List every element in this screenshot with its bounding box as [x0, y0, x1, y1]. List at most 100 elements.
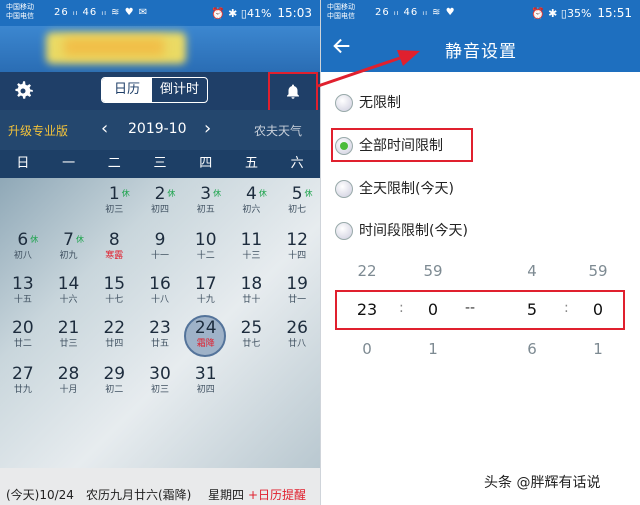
- next-month-icon[interactable]: ›: [204, 118, 211, 139]
- calendar-day[interactable]: 5 休初七: [275, 184, 320, 228]
- today-date: (今天)10/24: [6, 488, 74, 502]
- tab-calendar[interactable]: 日历: [102, 78, 153, 102]
- weekday-label: 五: [244, 156, 258, 171]
- calendar-day[interactable]: 16 十八: [138, 274, 183, 318]
- ad-banner[interactable]: [0, 26, 320, 72]
- calendar-day[interactable]: 9 十一: [138, 230, 183, 274]
- day-number: 22: [103, 318, 126, 338]
- day-number: 3: [200, 184, 212, 204]
- calendar-grid: 1 休初三 2 休初四 3 休初五 4 休初六 5 休初七 6 休初八 7 休初九 8 寒露 9 十一 10 十二 11…: [0, 178, 320, 468]
- calendar-day[interactable]: 27 廿九: [0, 364, 45, 408]
- day-number-wrap: 1休: [109, 184, 130, 204]
- picker-end-min-next[interactable]: 1: [578, 340, 618, 358]
- day-number: 20: [12, 318, 34, 338]
- day-number: 15: [103, 274, 126, 294]
- radio-icon[interactable]: [335, 222, 353, 240]
- lunar-label: 廿七: [242, 339, 261, 349]
- month-label[interactable]: 2019-10: [128, 121, 187, 137]
- lunar-label: 十月: [59, 385, 78, 395]
- status-right: ⏰ ✱ ▯35% 15:51: [530, 6, 632, 20]
- picker-end-min[interactable]: 0: [578, 300, 618, 319]
- day-number: 11: [240, 230, 263, 250]
- calendar-day[interactable]: 7 休初九: [46, 230, 91, 274]
- holiday-badge: 休: [213, 189, 222, 198]
- lunar-label: 初五: [196, 205, 215, 215]
- picker-start-min-prev[interactable]: 59: [413, 262, 453, 280]
- lunar-label: 初二: [105, 385, 124, 395]
- day-number-wrap: 5休: [292, 184, 313, 204]
- upgrade-link[interactable]: 升级专业版: [8, 122, 68, 139]
- calendar-day[interactable]: 18 廿十: [229, 274, 274, 318]
- calendar-day[interactable]: 29 初二: [92, 364, 137, 408]
- calendar-day[interactable]: 24 霜降: [183, 315, 228, 362]
- calendar-day[interactable]: 25 廿七: [229, 318, 274, 362]
- day-number-line: 6休: [0, 230, 45, 250]
- calendar-day[interactable]: 31 初四: [183, 364, 228, 408]
- calendar-day[interactable]: 20 廿二: [0, 318, 45, 362]
- lunar-date: 农历九月廿六(霜降): [86, 488, 192, 502]
- calendar-day[interactable]: 10 十二: [183, 230, 228, 274]
- holiday-badge: 休: [258, 189, 267, 198]
- calendar-day[interactable]: 21 廿三: [46, 318, 91, 362]
- view-tabs: 日历 倒计时: [101, 77, 209, 103]
- calendar-day[interactable]: 19 廿一: [275, 274, 320, 318]
- lunar-label: 初四: [196, 385, 215, 395]
- day-number: 28: [57, 364, 80, 384]
- calendar-day[interactable]: 12 十四: [275, 230, 320, 274]
- signal-icons: 26 ᵢₗ 46 ᵢₗ ≋ ♥ ✉: [54, 7, 149, 18]
- picker-end-hour[interactable]: 5: [512, 300, 552, 319]
- bell-highlight[interactable]: [268, 72, 318, 112]
- calendar-day[interactable]: 4 休初六: [229, 184, 274, 228]
- weather-link[interactable]: 农夫天气: [254, 122, 302, 139]
- option-all-day-today[interactable]: 全天限制(今天): [335, 178, 454, 198]
- lunar-label: 寒露: [105, 251, 124, 261]
- picker-start-hour-prev[interactable]: 22: [347, 262, 387, 280]
- calendar-day[interactable]: 26 廿八: [275, 318, 320, 362]
- radio-icon[interactable]: [335, 180, 353, 198]
- holiday-badge: 休: [167, 189, 176, 198]
- option-all-time[interactable]: 全部时间限制: [335, 135, 443, 155]
- day-number: 12: [286, 230, 308, 250]
- calendar-day[interactable]: 13 十五: [0, 274, 45, 318]
- calendar-day[interactable]: 30 初三: [138, 364, 183, 408]
- calendar-day[interactable]: 22 廿四: [92, 318, 137, 362]
- radio-icon[interactable]: [335, 94, 353, 112]
- picker-start-min[interactable]: 0: [413, 300, 453, 319]
- calendar-day[interactable]: 6 休初八: [0, 230, 45, 274]
- calendar-day[interactable]: 3 休初五: [183, 184, 228, 228]
- gear-icon[interactable]: [10, 78, 36, 104]
- tab-countdown[interactable]: 倒计时: [152, 78, 207, 102]
- bell-icon[interactable]: [284, 83, 302, 101]
- prev-month-icon[interactable]: ‹: [101, 118, 108, 139]
- day-number-wrap: 4休: [246, 184, 267, 204]
- calendar-day[interactable]: 11 十三: [229, 230, 274, 274]
- lunar-label: 廿二: [13, 339, 32, 349]
- calendar-day[interactable]: 8 寒露: [92, 230, 137, 274]
- calendar-day[interactable]: 15 十七: [92, 274, 137, 318]
- lunar-label: 十五: [13, 295, 32, 305]
- holiday-badge: 休: [304, 189, 313, 198]
- holiday-badge: 休: [121, 189, 130, 198]
- lunar-label: 初三: [105, 205, 124, 215]
- picker-start-min-next[interactable]: 1: [413, 340, 453, 358]
- picker-start-hour-next[interactable]: 0: [347, 340, 387, 358]
- time-colon: :: [399, 300, 404, 316]
- option-time-range-today[interactable]: 时间段限制(今天): [335, 220, 468, 240]
- picker-end-min-prev[interactable]: 59: [578, 262, 618, 280]
- lunar-label: 十一: [150, 251, 169, 261]
- calendar-remind-link[interactable]: +日历提醒: [248, 486, 306, 503]
- day-number: 9: [154, 230, 166, 250]
- option-no-limit[interactable]: 无限制: [335, 92, 401, 112]
- calendar-day[interactable]: 28 十月: [46, 364, 91, 408]
- calendar-day[interactable]: 14 十六: [46, 274, 91, 318]
- calendar-day[interactable]: 23 廿五: [138, 318, 183, 362]
- calendar-day[interactable]: 1 休初三: [92, 184, 137, 228]
- calendar-day[interactable]: 17 十九: [183, 274, 228, 318]
- calendar-day[interactable]: 2 休初四: [138, 184, 183, 228]
- picker-end-hour-prev[interactable]: 4: [512, 262, 552, 280]
- radio-selected-icon[interactable]: [335, 137, 353, 155]
- picker-start-hour[interactable]: 23: [347, 300, 387, 319]
- lunar-label: 十八: [150, 295, 169, 305]
- picker-end-hour-next[interactable]: 6: [512, 340, 552, 358]
- day-number-line: 1休: [92, 184, 137, 204]
